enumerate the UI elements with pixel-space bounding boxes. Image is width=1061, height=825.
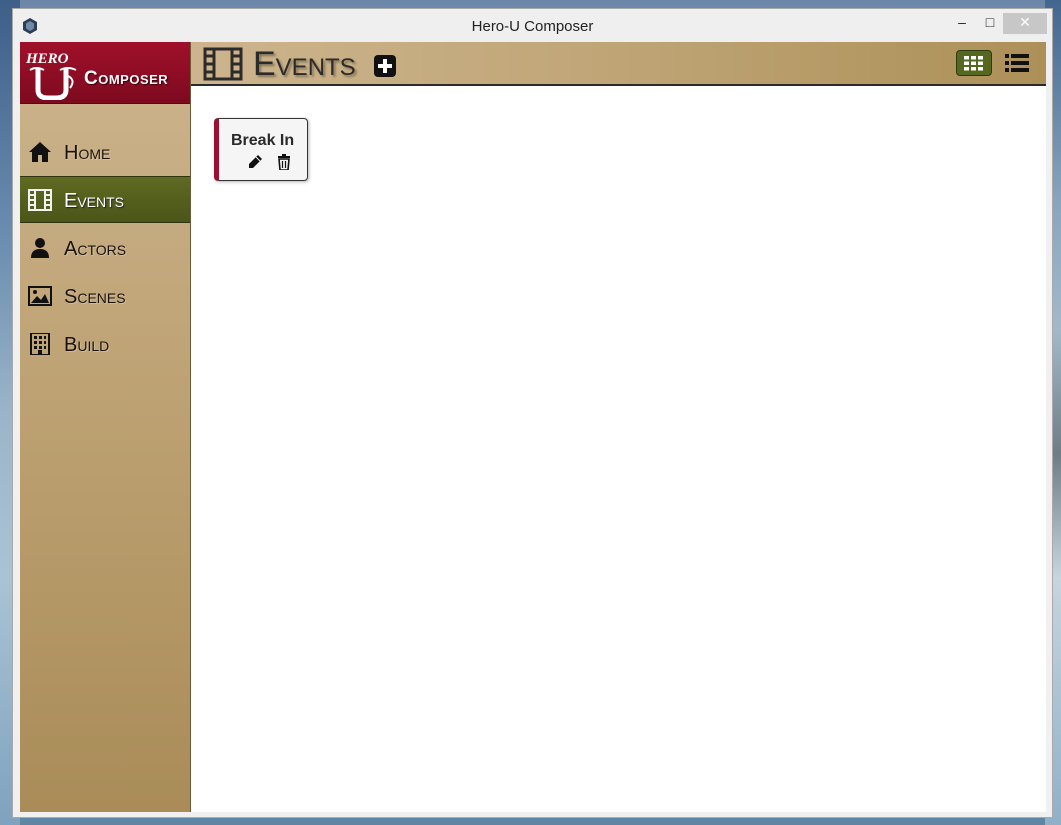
sidebar-item-label: Home [64, 142, 111, 164]
minimize-button[interactable]: – [949, 13, 975, 34]
logo-wordmark: Composer [84, 68, 169, 89]
sidebar-item-label: Scenes [64, 286, 126, 308]
page-title: Events [253, 45, 356, 83]
list-view-icon[interactable] [1003, 51, 1031, 75]
sidebar-item-build[interactable]: Build [20, 321, 190, 368]
hero-u-emblem-icon: HERO [25, 51, 77, 100]
event-card[interactable]: Break In [214, 118, 308, 181]
title-bar[interactable]: Hero-U Composer – □ ✕ [13, 9, 1052, 42]
home-icon [29, 142, 51, 162]
sidebar: HERO Composer Home Events Actors Scenes … [20, 42, 191, 812]
page-header: Events [191, 42, 1046, 86]
svg-text:HERO: HERO [25, 51, 69, 67]
event-card-title: Break In [231, 132, 295, 149]
sidebar-item-actors[interactable]: Actors [20, 225, 190, 272]
grid-view-button[interactable] [956, 50, 992, 76]
trash-icon[interactable] [277, 154, 291, 170]
pencil-icon[interactable] [247, 154, 263, 170]
sidebar-item-scenes[interactable]: Scenes [20, 273, 190, 320]
maximize-button[interactable]: □ [977, 13, 1003, 34]
user-icon [31, 238, 49, 258]
window-title: Hero-U Composer [471, 18, 594, 35]
sidebar-item-home[interactable]: Home [20, 129, 190, 176]
app-client-area: HERO Composer Home Events Actors Scenes … [20, 42, 1046, 812]
image-icon [28, 286, 52, 306]
grid-view-icon [964, 56, 983, 71]
app-window: Hero-U Composer – □ ✕ HERO Composer Home [12, 8, 1053, 818]
sidebar-item-events[interactable]: Events [20, 176, 190, 223]
close-button[interactable]: ✕ [1003, 13, 1047, 34]
film-icon [28, 189, 52, 211]
sidebar-item-label: Actors [64, 238, 127, 260]
hero-u-logo: HERO Composer [20, 42, 190, 104]
sidebar-item-label: Build [64, 334, 110, 356]
add-event-button[interactable] [374, 55, 396, 77]
film-icon [203, 47, 243, 81]
building-icon [30, 333, 50, 355]
sidebar-item-label: Events [64, 190, 125, 212]
